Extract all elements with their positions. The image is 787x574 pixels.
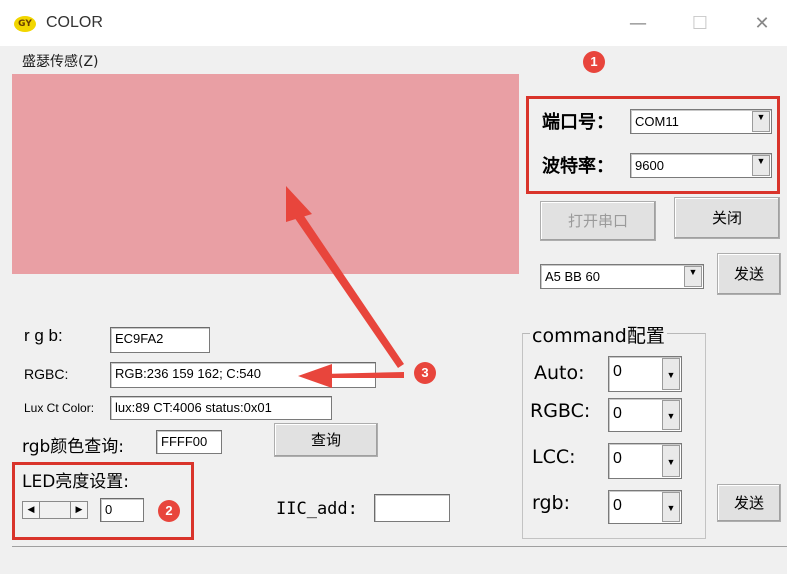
command-auto-label: Auto: [534,362,585,384]
command-rgbc-value: 0 [613,405,622,422]
chevron-down-icon[interactable]: ▼ [662,358,680,390]
command-rgbc-label: RGBC: [530,400,591,422]
annotation-arrow-to-rgbc [322,372,404,378]
command-rgb-select[interactable]: 0 ▼ [608,490,682,524]
status-divider [12,546,787,547]
annotation-badge-2: 2 [158,500,180,522]
chevron-down-icon[interactable]: ▼ [662,400,680,430]
chevron-down-icon[interactable]: ▼ [662,492,680,522]
chevron-down-icon[interactable]: ▼ [662,445,680,477]
annotation-arrowhead-panel [286,186,312,222]
command-rgb-value: 0 [613,497,622,514]
led-increase-button[interactable]: ▶ [70,501,88,519]
command-group-title: command配置 [530,321,667,348]
annotation-arrowhead-rgbc [298,364,332,388]
led-value-field[interactable]: 0 [100,498,144,522]
annotation-badge-3: 3 [414,362,436,384]
command-rgb-label: rgb: [532,492,570,514]
led-label: LED亮度设置: [22,472,130,492]
command-rgbc-select[interactable]: 0 ▼ [608,398,682,432]
led-decrease-button[interactable]: ◀ [22,501,40,519]
annotation-arrow-to-panel [292,210,404,368]
command-lcc-value: 0 [613,450,622,467]
command-lcc-label: LCC: [532,446,576,468]
led-slider-track[interactable] [40,501,70,519]
iic-address-field[interactable] [374,494,450,522]
command-lcc-select[interactable]: 0 ▼ [608,443,682,479]
command-auto-value: 0 [613,363,622,380]
send-command-button[interactable]: 发送 [717,484,781,522]
iic-label: IIC_add: [276,499,358,519]
command-auto-select[interactable]: 0 ▼ [608,356,682,392]
